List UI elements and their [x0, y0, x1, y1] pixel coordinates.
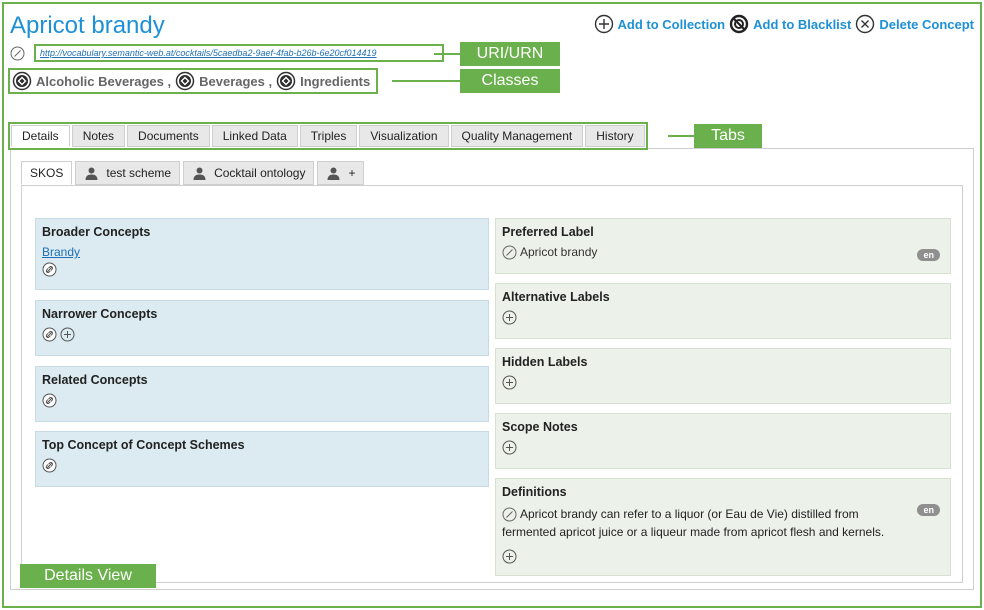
uri-annotation: URI/URN: [460, 42, 560, 66]
edit-icon[interactable]: [502, 245, 517, 260]
hidden-labels-title: Hidden Labels: [502, 355, 588, 369]
related-concepts-title: Related Concepts: [42, 373, 148, 387]
narrower-concepts-card: Narrower Concepts: [35, 300, 489, 356]
plus-circle-icon[interactable]: [60, 327, 75, 342]
top-concept-card: Top Concept of Concept Schemes: [35, 431, 489, 487]
subtab-label: Cocktail ontology: [214, 166, 306, 180]
definitions-title: Definitions: [502, 485, 567, 499]
delete-concept-label: Delete Concept: [879, 16, 974, 32]
concept-uri-link[interactable]: http://vocabulary.semantic-web.at/cockta…: [40, 48, 377, 58]
tab-visualization[interactable]: Visualization: [359, 125, 449, 147]
subtab-add-scheme[interactable]: +: [317, 161, 365, 185]
hidden-labels-card: Hidden Labels: [495, 348, 951, 404]
uri-row: http://vocabulary.semantic-web.at/cockta…: [10, 44, 444, 62]
broader-concepts-title: Broader Concepts: [42, 225, 151, 239]
classes-annotation: Classes: [460, 69, 560, 93]
user-icon: [326, 166, 341, 181]
uri-annotation-connector: [434, 53, 460, 55]
scope-notes-title: Scope Notes: [502, 420, 578, 434]
link-icon[interactable]: [42, 458, 57, 473]
related-concepts-card: Related Concepts: [35, 366, 489, 422]
subtab-label: +: [348, 166, 356, 180]
broader-concepts-card: Broader Concepts Brandy: [35, 218, 489, 290]
plus-circle-icon: [594, 14, 614, 34]
language-badge: en: [917, 504, 940, 516]
subtab-test-scheme[interactable]: test scheme: [75, 161, 181, 185]
class-label: Alcoholic Beverages ,: [36, 73, 172, 89]
link-icon[interactable]: [42, 327, 57, 342]
classes-annotation-connector: [392, 80, 460, 82]
plus-circle-icon[interactable]: [502, 440, 517, 455]
plus-circle-icon[interactable]: [502, 310, 517, 325]
subtab-skos[interactable]: SKOS: [21, 161, 73, 185]
scheme-tabs: SKOS test scheme Cocktail ontology +: [21, 161, 365, 185]
tab-notes[interactable]: Notes: [71, 125, 126, 147]
delete-concept-button[interactable]: Delete Concept: [855, 14, 974, 34]
language-badge: en: [917, 249, 940, 261]
blocked-icon: [729, 14, 749, 34]
close-circle-icon: [855, 14, 875, 34]
narrower-concepts-title: Narrower Concepts: [42, 307, 158, 321]
class-icon: [12, 71, 32, 91]
details-view-annotation: Details View: [20, 564, 156, 588]
subtab-cocktail-ontology[interactable]: Cocktail ontology: [183, 161, 315, 185]
tab-triples[interactable]: Triples: [299, 125, 358, 147]
link-icon[interactable]: [42, 393, 57, 408]
tabs-annotation-connector: [668, 135, 694, 137]
class-label: Ingredients: [300, 73, 371, 89]
edit-icon[interactable]: [502, 507, 517, 522]
tab-details[interactable]: Details: [11, 125, 70, 147]
concept-actions: Add to Collection Add to Blacklist Delet…: [594, 14, 974, 34]
tabs-annotation: Tabs: [694, 124, 762, 148]
classes-box: Alcoholic Beverages , Beverages , Ingred…: [8, 68, 379, 94]
class-ingredients[interactable]: Ingredients: [276, 71, 370, 91]
definition-text: Apricot brandy can refer to a liquor (or…: [502, 507, 885, 539]
details-panel: SKOS test scheme Cocktail ontology + Bro…: [10, 148, 974, 590]
user-icon: [84, 166, 99, 181]
add-to-collection-button[interactable]: Add to Collection: [594, 14, 726, 34]
top-concept-title: Top Concept of Concept Schemes: [42, 438, 245, 452]
add-to-blacklist-label: Add to Blacklist: [753, 16, 852, 32]
page-title: Apricot brandy: [10, 12, 165, 39]
class-beverages[interactable]: Beverages ,: [175, 71, 272, 91]
tab-documents[interactable]: Documents: [127, 125, 210, 147]
link-icon[interactable]: [42, 262, 57, 277]
preferred-label-title: Preferred Label: [502, 225, 594, 239]
skos-view: Broader Concepts Brandy Narrower Concept…: [21, 185, 963, 583]
broader-concept-link[interactable]: Brandy: [42, 245, 80, 259]
class-icon: [175, 71, 195, 91]
class-alcoholic-beverages[interactable]: Alcoholic Beverages ,: [12, 71, 171, 91]
add-to-blacklist-button[interactable]: Add to Blacklist: [729, 14, 851, 34]
uri-box: http://vocabulary.semantic-web.at/cockta…: [34, 44, 444, 62]
tab-linked-data[interactable]: Linked Data: [211, 125, 298, 147]
preferred-label-card: Preferred Label Apricot brandy en: [495, 218, 951, 274]
tab-quality-management[interactable]: Quality Management: [450, 125, 584, 147]
alternative-labels-card: Alternative Labels: [495, 283, 951, 339]
tab-history[interactable]: History: [585, 125, 645, 147]
subtab-label: test scheme: [106, 166, 172, 180]
user-icon: [192, 166, 207, 181]
alternative-labels-title: Alternative Labels: [502, 290, 610, 304]
add-to-collection-label: Add to Collection: [617, 16, 726, 32]
scope-notes-card: Scope Notes: [495, 413, 951, 469]
edit-icon[interactable]: [10, 46, 25, 61]
class-icon: [276, 71, 296, 91]
plus-circle-icon[interactable]: [502, 549, 517, 564]
plus-circle-icon[interactable]: [502, 375, 517, 390]
class-label: Beverages ,: [199, 73, 273, 89]
preferred-label-value: Apricot brandy: [520, 245, 598, 259]
definitions-card: Definitions Apricot brandy can refer to …: [495, 478, 951, 576]
concept-tabs: Details Notes Documents Linked Data Trip…: [8, 122, 648, 150]
